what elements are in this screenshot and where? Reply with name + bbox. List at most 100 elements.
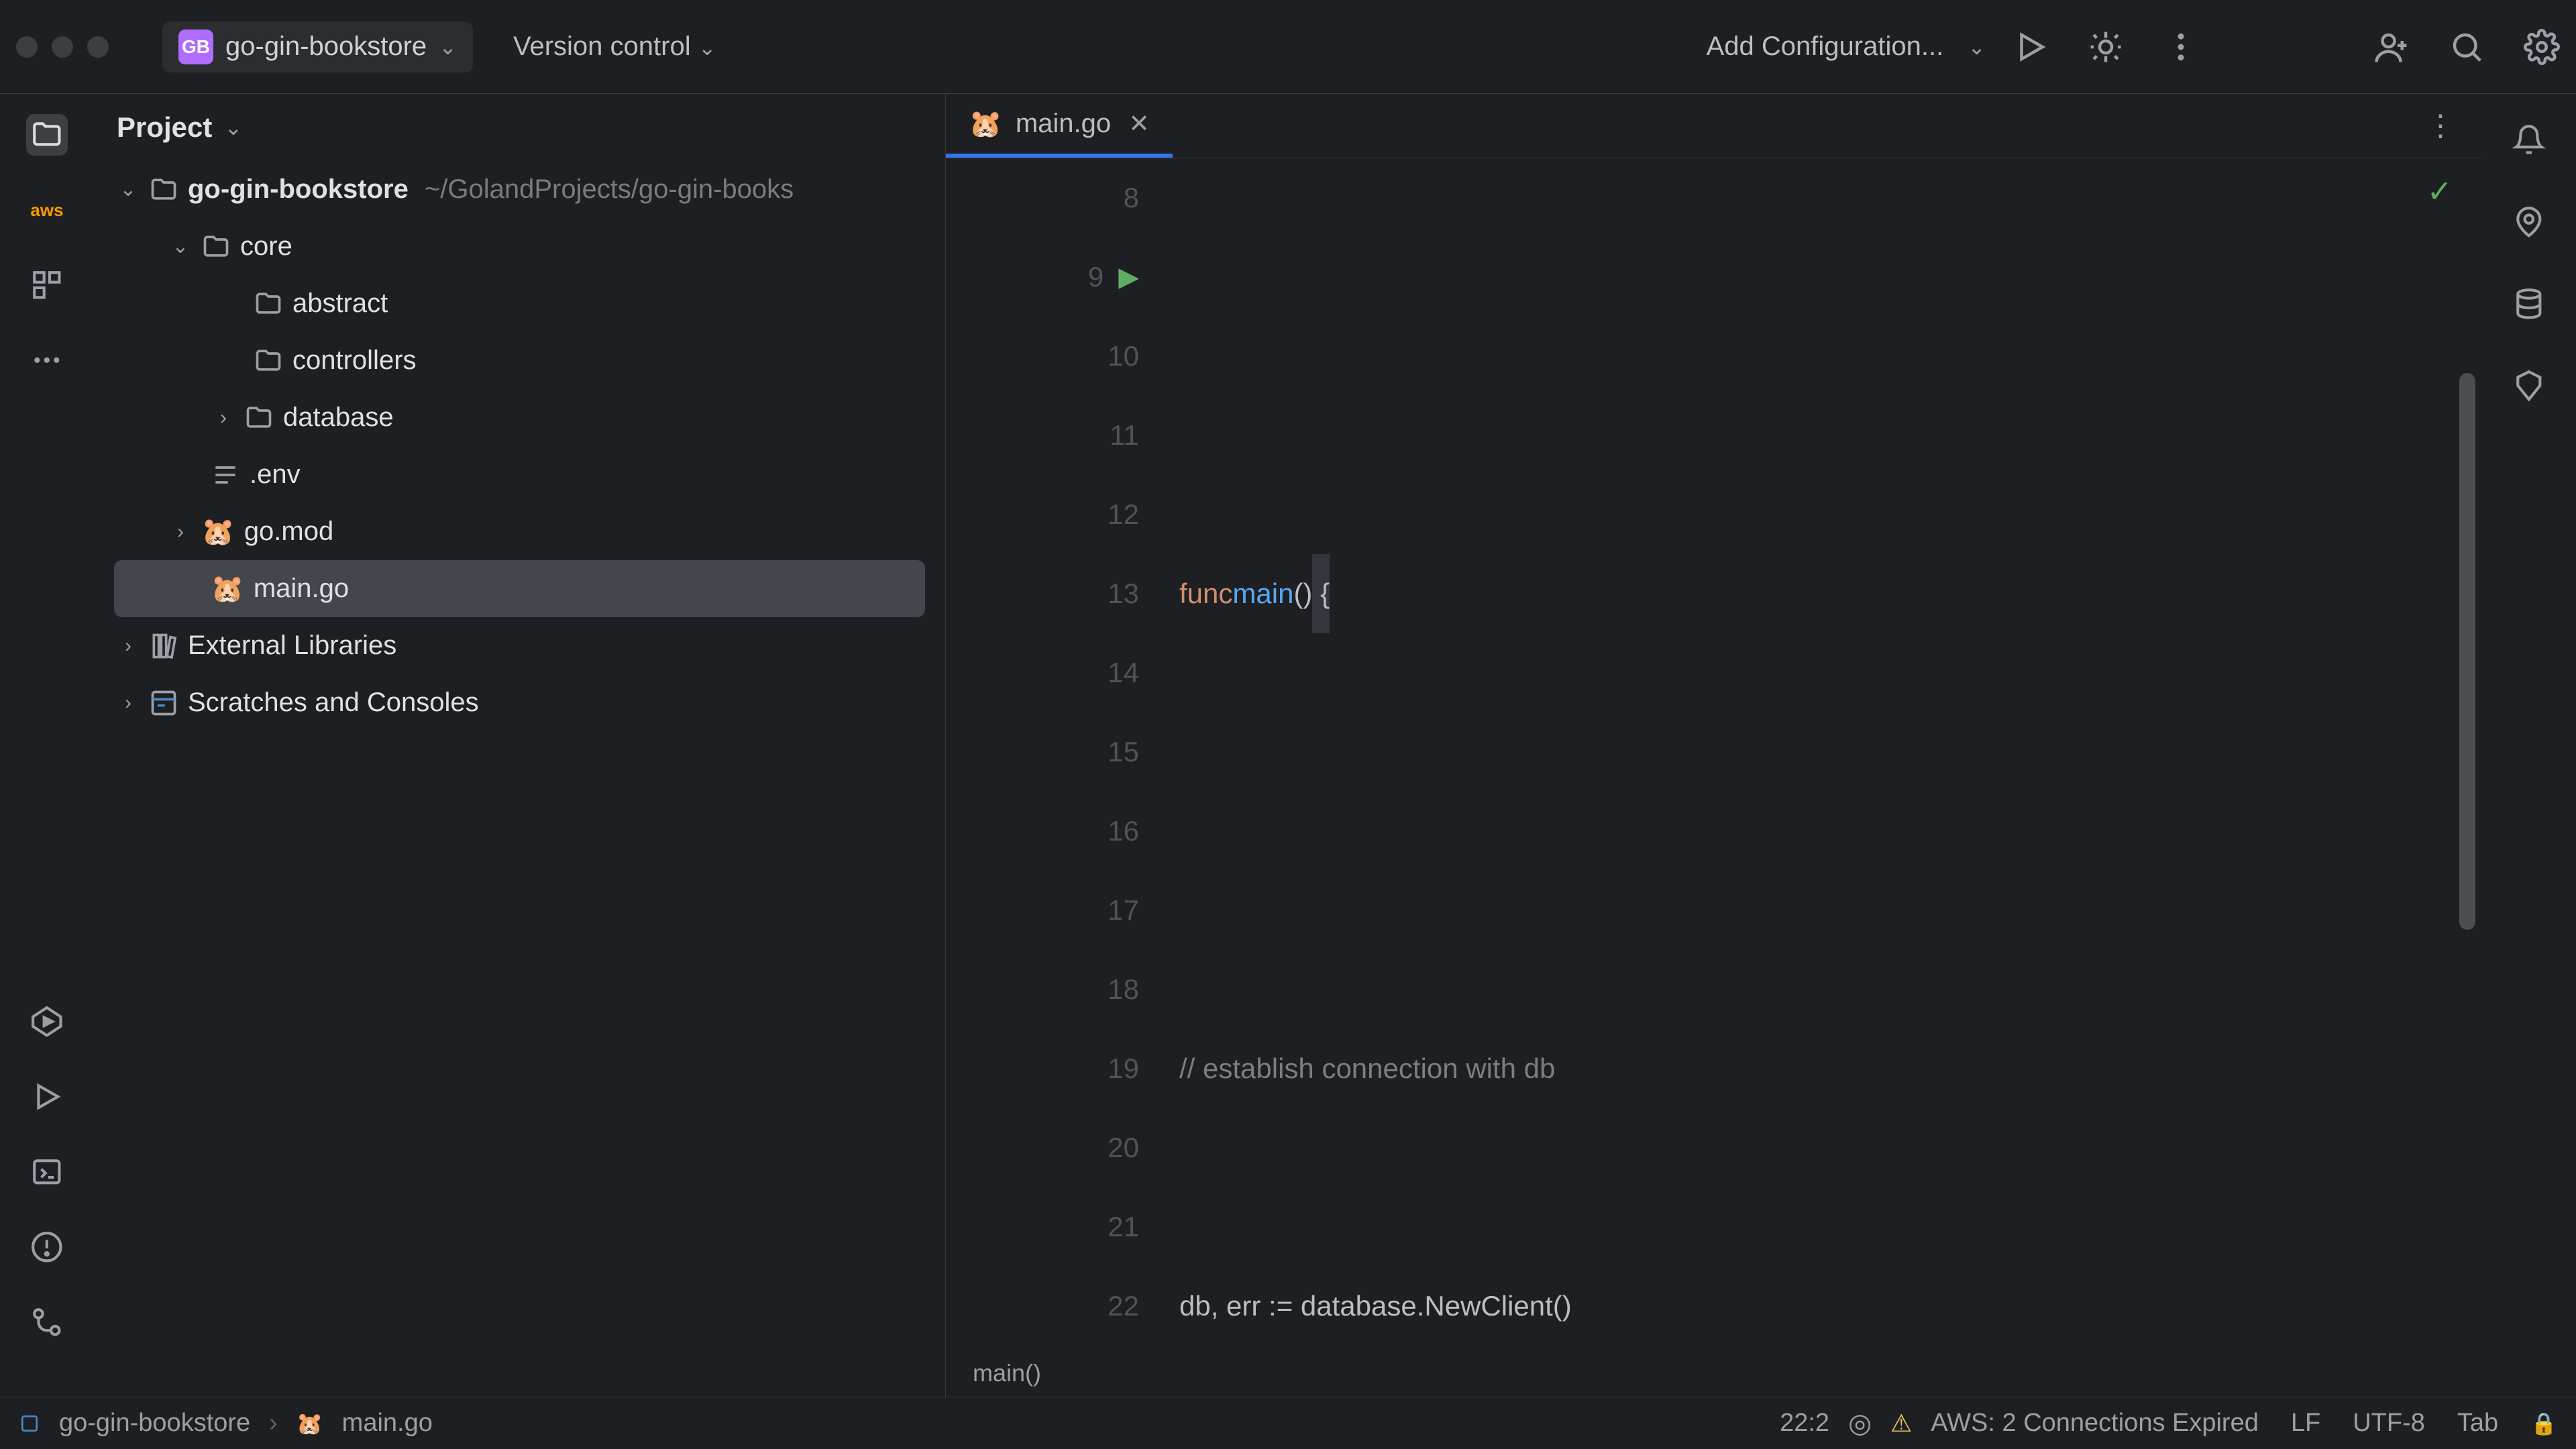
services-tool-icon[interactable]: [26, 1001, 68, 1042]
close-light[interactable]: [16, 36, 38, 58]
chevron-down-icon: ⌄: [439, 34, 457, 60]
ai-status-icon[interactable]: ◎: [1848, 1408, 1872, 1439]
tab-menu-icon[interactable]: ⋮: [2399, 109, 2482, 143]
run-config-selector[interactable]: Add Configuration... ⌄: [1707, 32, 1986, 62]
line-num: 8: [1124, 158, 1139, 237]
debug-icon[interactable]: [2088, 29, 2124, 65]
chevron-down-icon: ⌄: [698, 36, 716, 60]
structure-tool-icon[interactable]: [26, 264, 68, 306]
editor-area: 🐹 main.go ✕ ⋮ ✓ 8 9▶ 10 11 12 13 14 15 1…: [946, 94, 2482, 1397]
kw: func: [1179, 554, 1232, 633]
line-num: 13: [1108, 554, 1139, 633]
chevron-right-icon[interactable]: ›: [117, 692, 140, 714]
editor-tabs: 🐹 main.go ✕ ⋮: [946, 94, 2482, 158]
database-tool-icon[interactable]: [2508, 283, 2550, 325]
tok: (): [1293, 554, 1312, 633]
window-controls: [16, 36, 109, 58]
tree-label: abstract: [292, 288, 388, 319]
max-light[interactable]: [87, 36, 109, 58]
scratch-icon: [149, 688, 178, 718]
chevron-right-icon[interactable]: ›: [212, 407, 235, 429]
problems-tool-icon[interactable]: [26, 1226, 68, 1268]
status-file[interactable]: main.go: [342, 1409, 433, 1438]
aws-tool-icon[interactable]: aws: [26, 189, 68, 231]
line-num: 11: [1110, 396, 1139, 475]
line-num: 20: [1108, 1108, 1139, 1187]
tab-maingo[interactable]: 🐹 main.go ✕: [946, 94, 1173, 158]
tree-gomod[interactable]: › 🐹 go.mod: [94, 503, 945, 560]
project-tool-icon[interactable]: [26, 114, 68, 156]
notifications-icon[interactable]: [2508, 119, 2550, 161]
crumb-sep: ›: [269, 1409, 278, 1438]
chevron-right-icon[interactable]: ›: [117, 635, 140, 657]
tree-root[interactable]: ⌄ go-gin-bookstore ~/GolandProjects/go-g…: [94, 161, 945, 218]
shield-tool-icon[interactable]: [2508, 365, 2550, 407]
tree-label: go-gin-bookstore: [188, 174, 409, 205]
project-panel: Project ⌄ ⌄ go-gin-bookstore ~/GolandPro…: [94, 94, 946, 1397]
run-tool-icon[interactable]: [26, 1076, 68, 1118]
collab-icon[interactable]: [2373, 29, 2410, 65]
caret-position[interactable]: 22:2: [1780, 1409, 1829, 1438]
chevron-down-icon[interactable]: ⌄: [169, 235, 192, 258]
lock-icon[interactable]: 🔒: [2530, 1411, 2557, 1436]
warning-icon[interactable]: ⚠: [1890, 1409, 1912, 1438]
status-project[interactable]: go-gin-bookstore: [59, 1409, 250, 1438]
go-file-icon: 🐹: [201, 516, 235, 547]
tree-ext-libs[interactable]: › External Libraries: [94, 617, 945, 674]
terminal-tool-icon[interactable]: [26, 1151, 68, 1193]
more-icon[interactable]: [2163, 29, 2199, 65]
vc-label-text: Version control: [513, 32, 691, 61]
project-tree: ⌄ go-gin-bookstore ~/GolandProjects/go-g…: [94, 161, 945, 1397]
line-num: 21: [1108, 1187, 1139, 1267]
tree-label: .env: [250, 460, 301, 490]
go-file-icon: 🐹: [297, 1411, 323, 1436]
version-control-menu[interactable]: Version control ⌄: [513, 32, 716, 62]
run-gutter-icon[interactable]: ▶: [1118, 237, 1139, 317]
file-icon: [211, 460, 240, 490]
search-icon[interactable]: [2449, 29, 2485, 65]
code-line: db, err := database.NewClient(): [1179, 1267, 1572, 1346]
scrollbar[interactable]: [2459, 373, 2475, 930]
library-icon: [149, 631, 178, 661]
git-tool-icon[interactable]: [26, 1301, 68, 1343]
more-tools-icon[interactable]: [26, 339, 68, 381]
ai-assistant-icon[interactable]: [2508, 201, 2550, 243]
line-num: 9: [1088, 237, 1104, 317]
line-num: 12: [1108, 475, 1139, 554]
line-num: 17: [1108, 871, 1139, 950]
tree-label: database: [283, 402, 394, 433]
indent[interactable]: Tab: [2457, 1409, 2498, 1438]
min-light[interactable]: [52, 36, 73, 58]
project-selector[interactable]: GB go-gin-bookstore ⌄: [162, 21, 473, 72]
folder-icon: [149, 175, 178, 205]
config-label: Add Configuration...: [1707, 32, 1944, 62]
tree-label: controllers: [292, 345, 417, 376]
settings-icon[interactable]: [2524, 29, 2560, 65]
line-sep[interactable]: LF: [2291, 1409, 2320, 1438]
chevron-down-icon[interactable]: ⌄: [117, 178, 140, 201]
tree-maingo[interactable]: 🐹 main.go: [114, 560, 925, 617]
project-badge-icon: GB: [178, 30, 213, 64]
run-icon[interactable]: [2012, 29, 2049, 65]
tree-env[interactable]: .env: [94, 446, 945, 503]
tree-core[interactable]: ⌄ core: [94, 218, 945, 275]
line-num: 15: [1108, 712, 1139, 792]
tree-controllers[interactable]: controllers: [94, 332, 945, 389]
tree-label: Scratches and Consoles: [188, 688, 479, 718]
tree-database[interactable]: › database: [94, 389, 945, 446]
tree-label: main.go: [254, 574, 349, 604]
close-icon[interactable]: ✕: [1128, 109, 1150, 139]
tree-abstract[interactable]: abstract: [94, 275, 945, 332]
code-content[interactable]: func main() { // establish connection wi…: [1161, 158, 2482, 1350]
panel-header[interactable]: Project ⌄: [94, 94, 945, 161]
breadcrumb-fn[interactable]: main(): [946, 1350, 2482, 1397]
chevron-right-icon[interactable]: ›: [169, 521, 192, 543]
encoding[interactable]: UTF-8: [2353, 1409, 2425, 1438]
module-icon[interactable]: [19, 1413, 40, 1434]
tree-scratches[interactable]: › Scratches and Consoles: [94, 674, 945, 731]
chevron-down-icon: ⌄: [224, 115, 242, 140]
aws-status[interactable]: AWS: 2 Connections Expired: [1931, 1409, 2259, 1438]
project-name: go-gin-bookstore: [225, 32, 427, 62]
line-num: 18: [1108, 950, 1139, 1029]
code-editor[interactable]: ✓ 8 9▶ 10 11 12 13 14 15 16 17 18 19 20 …: [946, 158, 2482, 1350]
